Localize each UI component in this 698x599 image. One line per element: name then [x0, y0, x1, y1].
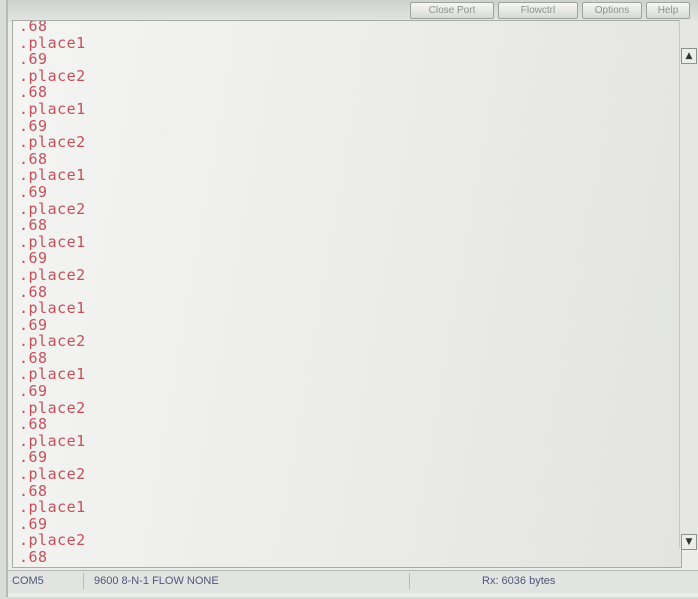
terminal-line: .place2 [19, 66, 86, 85]
vertical-scrollbar[interactable]: ▲ ▼ [679, 20, 698, 550]
terminal-line: .69 [19, 249, 48, 268]
terminal-line: .69 [19, 382, 48, 401]
terminal-line: .69 [19, 315, 48, 334]
terminal-line: .68 [19, 83, 48, 102]
terminal-line: .place2 [19, 398, 86, 417]
terminal-line: .68 [19, 348, 48, 367]
terminal-line: .68 [19, 481, 48, 500]
terminal-line: .place1 [19, 365, 86, 384]
terminal-line: .place1 [19, 232, 86, 251]
options-button[interactable]: Options [582, 2, 642, 19]
flowctrl-button[interactable]: Flowctrl [498, 2, 578, 19]
terminal-lines: .68 .place1.69 .place2.68 .place1.69 .place2… [19, 20, 86, 567]
chevron-down-icon[interactable]: ▼ [681, 534, 697, 550]
terminal-line: .68 [19, 216, 48, 235]
terminal-line: .place1 [19, 166, 86, 185]
terminal-line: .68 [19, 415, 48, 434]
status-bar: COM5 9600 8-N-1 FLOW NONE Rx: 6036 bytes [8, 570, 698, 593]
terminal-output[interactable]: .68 .place1.69 .place2.68 .place1.69 .place2… [12, 20, 682, 568]
help-button[interactable]: Help [646, 2, 690, 19]
terminal-line: .69 [19, 50, 48, 69]
terminal-window: Close Port Flowctrl Options Help .68 .pla… [6, 0, 698, 597]
terminal-line: .place2 [19, 265, 86, 284]
terminal-line: .place1 [19, 99, 86, 118]
serial-settings-status: 9600 8-N-1 FLOW NONE [90, 573, 410, 589]
terminal-line: .69 [19, 448, 48, 467]
terminal-line: .place1 [19, 431, 86, 450]
terminal-line: .69 [19, 514, 48, 533]
chevron-up-icon[interactable]: ▲ [681, 48, 697, 64]
terminal-line: .68 [19, 20, 48, 35]
terminal-line: .place2 [19, 531, 86, 550]
terminal-line: .place2 [19, 199, 86, 218]
terminal-line: .69 [19, 116, 48, 135]
toolbar: Close Port Flowctrl Options Help [8, 0, 698, 22]
terminal-line: .68 [19, 149, 48, 168]
terminal-line: .place1 [19, 299, 86, 318]
rx-counter: Rx: 6036 bytes [482, 575, 556, 587]
port-status: COM5 [8, 573, 84, 589]
close-port-button[interactable]: Close Port [410, 2, 494, 19]
terminal-line: .68 [19, 548, 48, 566]
terminal-line: .place1 [19, 33, 86, 52]
terminal-line: .place2 [19, 133, 86, 152]
terminal-line: .place1 [19, 498, 86, 517]
terminal-line: .place2 [19, 465, 86, 484]
terminal-line: .68 [19, 282, 48, 301]
terminal-line: .69 [19, 182, 48, 201]
terminal-line: .place2 [19, 332, 86, 351]
